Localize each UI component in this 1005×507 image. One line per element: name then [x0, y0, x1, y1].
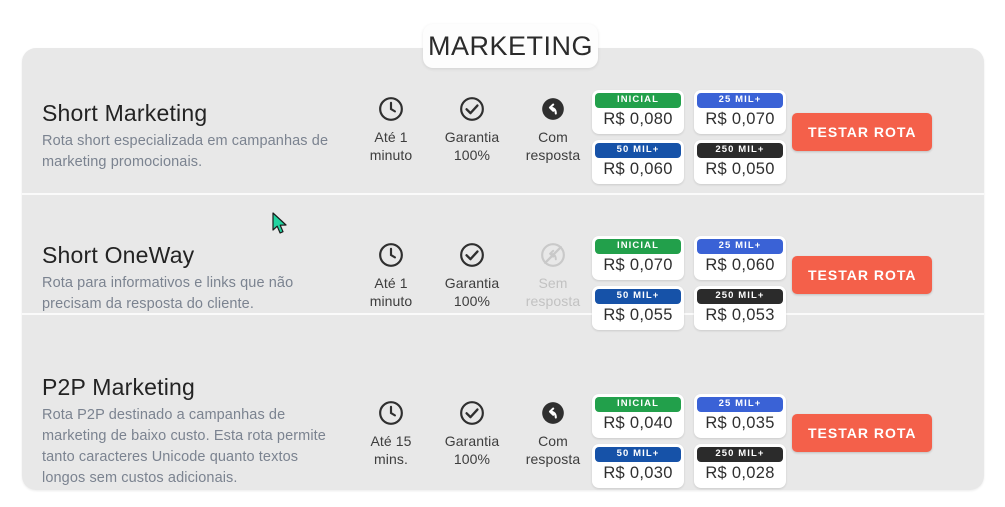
price-tier-badge: 50 MIL+ [595, 447, 681, 462]
check-circle-icon [460, 401, 484, 425]
route-action: TESTAR ROTA [792, 194, 984, 294]
route-description: Rota short especializada em campanhas de… [42, 133, 329, 170]
feature-label: Garantia 100% [444, 129, 500, 163]
price-tier-badge: 250 MIL+ [697, 289, 783, 304]
test-route-button[interactable]: TESTAR ROTA [792, 414, 933, 452]
section-tab-marketing[interactable]: MARKETING [423, 24, 598, 68]
feature-label: Com resposta [525, 433, 581, 467]
route-info: Short Marketing Rota short especializada … [22, 58, 352, 173]
route-description: Rota para informativos e links que não p… [42, 275, 294, 312]
price-value: R$ 0,070 [705, 110, 775, 128]
price-tier-badge: 250 MIL+ [697, 143, 783, 158]
price-tier-card: INICIAL R$ 0,070 [592, 236, 684, 280]
price-value: R$ 0,050 [705, 160, 775, 178]
price-tier-card: INICIAL R$ 0,080 [592, 90, 684, 134]
route-features: Até 1 minuto Garantia 100% Com resposta [352, 58, 592, 164]
feature-label: Com resposta [525, 129, 581, 163]
price-value: R$ 0,035 [705, 414, 775, 432]
route-features: Até 15 mins. Garantia 100% Com resposta [352, 314, 592, 468]
clock-icon [379, 401, 403, 425]
test-route-button[interactable]: TESTAR ROTA [792, 256, 933, 294]
feature-clock: Até 1 minuto [352, 242, 430, 310]
route-title: P2P Marketing [42, 374, 196, 400]
feature-no-reply: Sem resposta [514, 242, 592, 310]
feature-check-circle: Garantia 100% [433, 242, 511, 310]
route-title: Short OneWay [42, 242, 195, 268]
pricing-row: Short Marketing Rota short especializada … [22, 58, 984, 194]
price-value: R$ 0,030 [603, 464, 673, 482]
price-tier-card: INICIAL R$ 0,040 [592, 394, 684, 438]
feature-label: Até 15 mins. [370, 433, 412, 467]
price-tier-badge: 25 MIL+ [697, 239, 783, 254]
price-tier-card: 250 MIL+ R$ 0,050 [694, 140, 786, 184]
feature-label: Garantia 100% [444, 275, 500, 309]
reply-icon [542, 402, 564, 424]
price-tier-badge: 25 MIL+ [697, 397, 783, 412]
feature-reply: Com resposta [514, 96, 592, 164]
price-tier-badge: 250 MIL+ [697, 447, 783, 462]
route-info: P2P Marketing Rota P2P destinado a campan… [22, 314, 352, 489]
route-features: Até 1 minuto Garantia 100% Sem resposta [352, 194, 592, 310]
route-info: Short OneWay Rota para informativos e lin… [22, 194, 352, 315]
price-value: R$ 0,080 [603, 110, 673, 128]
price-value: R$ 0,060 [603, 160, 673, 178]
price-value: R$ 0,060 [705, 256, 775, 274]
pricing-row: P2P Marketing Rota P2P destinado a campan… [22, 314, 984, 488]
feature-clock: Até 15 mins. [352, 400, 430, 468]
check-circle-icon [460, 97, 484, 121]
feature-reply: Com resposta [514, 400, 592, 468]
price-tier-card: 25 MIL+ R$ 0,070 [694, 90, 786, 134]
feature-check-circle: Garantia 100% [433, 96, 511, 164]
price-tier-grid: INICIAL R$ 0,070 25 MIL+ R$ 0,060 50 MIL+ R$ … [592, 194, 792, 330]
price-tier-badge: INICIAL [595, 93, 681, 108]
feature-label: Sem resposta [525, 275, 581, 309]
price-tier-card: 50 MIL+ R$ 0,030 [592, 444, 684, 488]
clock-icon [379, 97, 403, 121]
feature-clock: Até 1 minuto [352, 96, 430, 164]
price-tier-card: 25 MIL+ R$ 0,035 [694, 394, 786, 438]
price-tier-badge: INICIAL [595, 239, 681, 254]
test-route-button[interactable]: TESTAR ROTA [792, 113, 933, 151]
price-tier-badge: INICIAL [595, 397, 681, 412]
price-tier-card: 50 MIL+ R$ 0,060 [592, 140, 684, 184]
price-tier-grid: INICIAL R$ 0,040 25 MIL+ R$ 0,035 50 MIL+ R$ … [592, 314, 792, 488]
price-value: R$ 0,070 [603, 256, 673, 274]
price-value: R$ 0,040 [603, 414, 673, 432]
feature-label: Garantia 100% [444, 433, 500, 467]
feature-check-circle: Garantia 100% [433, 400, 511, 468]
check-circle-icon [460, 243, 484, 267]
price-tier-card: 250 MIL+ R$ 0,028 [694, 444, 786, 488]
price-tier-card: 25 MIL+ R$ 0,060 [694, 236, 786, 280]
pricing-card: Short Marketing Rota short especializada … [22, 48, 984, 490]
price-tier-badge: 25 MIL+ [697, 93, 783, 108]
pricing-row: Short OneWay Rota para informativos e lin… [22, 194, 984, 330]
route-action: TESTAR ROTA [792, 58, 984, 151]
price-tier-grid: INICIAL R$ 0,080 25 MIL+ R$ 0,070 50 MIL+ R$ … [592, 58, 792, 184]
feature-label: Até 1 minuto [369, 275, 413, 309]
reply-icon [542, 98, 564, 120]
section-tab-label: MARKETING [427, 30, 593, 61]
no-reply-icon [541, 243, 565, 267]
feature-label: Até 1 minuto [369, 129, 413, 163]
price-tier-badge: 50 MIL+ [595, 143, 681, 158]
route-action: TESTAR ROTA [792, 314, 984, 452]
route-title: Short Marketing [42, 100, 208, 126]
route-description: Rota P2P destinado a campanhas de market… [42, 407, 326, 486]
clock-icon [379, 243, 403, 267]
price-value: R$ 0,028 [705, 464, 775, 482]
price-tier-badge: 50 MIL+ [595, 289, 681, 304]
